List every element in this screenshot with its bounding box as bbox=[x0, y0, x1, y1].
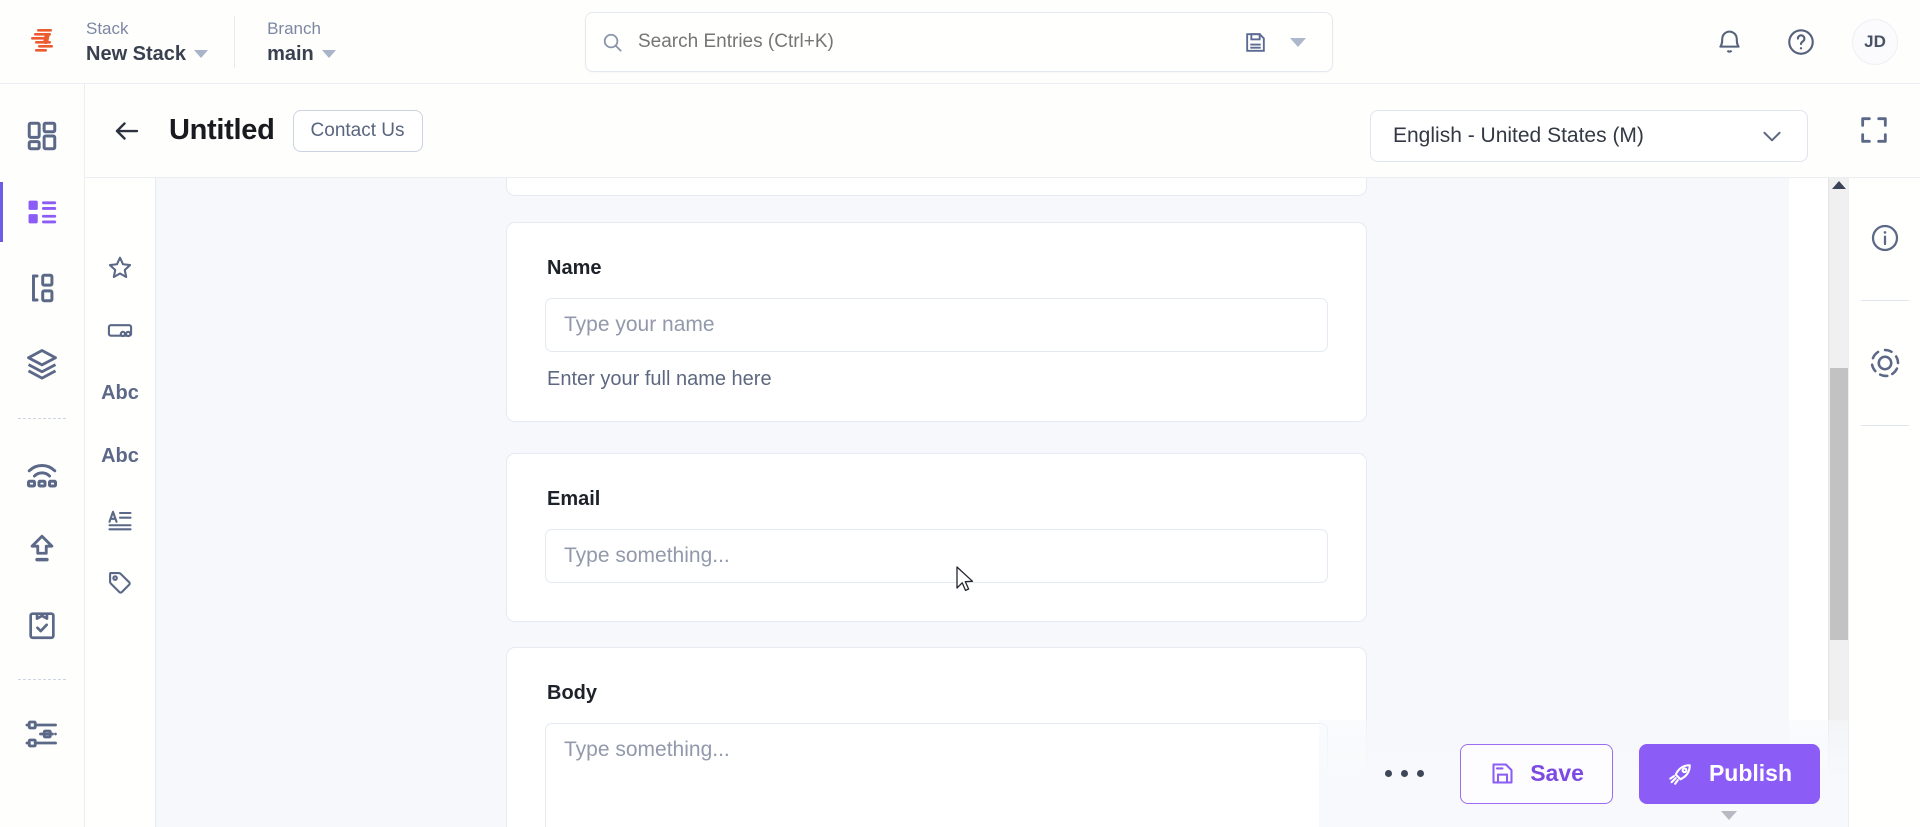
content-type-badge[interactable]: Contact Us bbox=[292, 109, 423, 152]
chevron-down-icon[interactable] bbox=[1290, 37, 1306, 47]
field-label-name: Name bbox=[547, 257, 602, 279]
stack-switcher[interactable]: Stack New Stack bbox=[86, 16, 234, 68]
kebab-more-icon bbox=[1385, 770, 1393, 777]
sidebar-item-settings[interactable] bbox=[0, 696, 85, 772]
sidebar-item-releases[interactable] bbox=[0, 435, 85, 511]
publish-button[interactable]: Publish bbox=[1638, 743, 1820, 820]
content-model-icon bbox=[32, 273, 54, 303]
versions-circle-icon bbox=[1870, 348, 1899, 378]
field-card-partial-above bbox=[506, 178, 1367, 196]
sidebar-item-dashboard[interactable] bbox=[0, 98, 85, 174]
primary-nav-rail bbox=[0, 84, 85, 827]
save-button[interactable]: Save bbox=[1460, 743, 1613, 804]
more-options-button[interactable] bbox=[1375, 756, 1434, 791]
field-rail-item-json-rich-text[interactable] bbox=[85, 488, 156, 551]
branch-label: Branch bbox=[267, 18, 321, 38]
nav-divider bbox=[18, 418, 66, 419]
entry-info-button[interactable] bbox=[1849, 202, 1920, 274]
kebab-more-icon bbox=[1417, 770, 1425, 777]
caret-down-icon bbox=[321, 49, 336, 58]
email-input[interactable] bbox=[545, 529, 1328, 583]
app-window: Stack New Stack Branch main Search Entri… bbox=[0, 0, 1920, 827]
field-rail-item-multi-line-textbox[interactable]: Abc bbox=[85, 362, 156, 425]
field-card-name: Name Enter your full name here bbox=[506, 222, 1367, 422]
name-input[interactable] bbox=[545, 298, 1328, 352]
nav-divider bbox=[18, 679, 66, 680]
user-avatar[interactable]: JD bbox=[1852, 19, 1898, 65]
scrollbar-thumb[interactable] bbox=[1830, 368, 1848, 640]
locale-value: English - United States (M) bbox=[1393, 124, 1644, 147]
context-switchers: Stack New Stack Branch main bbox=[86, 13, 362, 71]
tag-icon bbox=[109, 571, 131, 594]
contentstack-logo-icon bbox=[31, 28, 53, 52]
scroll-up-arrow-icon[interactable] bbox=[1832, 181, 1846, 189]
layers-stack-icon bbox=[27, 349, 57, 380]
rocket-icon bbox=[1669, 763, 1691, 785]
floppy-disk-icon[interactable] bbox=[1243, 30, 1268, 55]
entry-action-bar: Save Publish bbox=[1319, 720, 1848, 827]
notifications-bell-button[interactable] bbox=[1708, 21, 1750, 63]
save-button-label: Save bbox=[1530, 760, 1584, 786]
chevron-down-icon bbox=[1763, 131, 1781, 142]
fullscreen-expand-icon bbox=[1861, 117, 1887, 143]
sliders-settings-icon bbox=[25, 720, 57, 748]
field-type-rail: Abc Abc bbox=[85, 178, 156, 827]
fullscreen-button[interactable] bbox=[1858, 114, 1890, 151]
field-rail-item-favorites[interactable] bbox=[85, 236, 156, 299]
search-icon bbox=[586, 31, 638, 54]
field-card-body: Body bbox=[506, 647, 1367, 827]
field-rail-item-single-line-textbox[interactable] bbox=[85, 299, 156, 362]
search-input[interactable] bbox=[638, 31, 1243, 53]
arrow-left-icon bbox=[115, 121, 139, 140]
broadcast-wifi-icon bbox=[27, 464, 57, 488]
caret-down-icon[interactable] bbox=[1721, 810, 1738, 820]
entry-header: Untitled Contact Us English - United Sta… bbox=[85, 84, 1920, 178]
publish-button-label: Publish bbox=[1708, 760, 1792, 786]
back-button[interactable] bbox=[85, 116, 169, 146]
field-rail-item-tags[interactable] bbox=[85, 551, 156, 614]
kebab-more-icon bbox=[1401, 770, 1409, 777]
branch-value: main bbox=[267, 42, 314, 65]
rail-divider bbox=[1860, 425, 1909, 426]
field-label-email: Email bbox=[547, 488, 601, 510]
field-help-name: Enter your full name here bbox=[547, 368, 772, 390]
abc-bold-icon: Abc bbox=[101, 382, 139, 404]
body-textarea[interactable] bbox=[545, 723, 1328, 827]
caret-down-icon bbox=[194, 49, 209, 58]
star-icon bbox=[108, 256, 132, 278]
stack-value: New Stack bbox=[86, 42, 187, 65]
field-card-email: Email bbox=[506, 453, 1367, 622]
abc-icon: Abc bbox=[101, 445, 139, 467]
single-line-text-icon bbox=[107, 323, 133, 337]
locale-selector[interactable]: English - United States (M) bbox=[1370, 110, 1808, 162]
branch-switcher[interactable]: Branch main bbox=[234, 15, 362, 68]
sidebar-item-entries[interactable] bbox=[0, 174, 85, 250]
rail-divider bbox=[1860, 300, 1909, 301]
clipboard-check-icon bbox=[29, 612, 55, 640]
entry-versions-button[interactable] bbox=[1849, 327, 1920, 399]
field-label-body: Body bbox=[547, 682, 597, 704]
global-topbar: Stack New Stack Branch main Search Entri… bbox=[0, 0, 1920, 84]
sidebar-item-workflows[interactable] bbox=[0, 587, 85, 663]
upload-arrow-icon bbox=[30, 534, 54, 562]
dashboard-grid-icon bbox=[27, 121, 57, 151]
paragraph-lines-icon bbox=[108, 510, 132, 530]
page-title: Untitled bbox=[169, 114, 275, 146]
info-circle-icon bbox=[1871, 224, 1898, 252]
stack-label: Stack bbox=[86, 18, 129, 38]
sidebar-item-publish-queue[interactable] bbox=[0, 511, 85, 587]
entry-sidebar-rail bbox=[1848, 178, 1920, 827]
global-search[interactable] bbox=[585, 12, 1333, 72]
contentstack-logo[interactable] bbox=[0, 25, 86, 59]
sidebar-item-content-models[interactable] bbox=[0, 250, 85, 326]
sidebar-item-assets[interactable] bbox=[0, 326, 85, 402]
entries-list-icon bbox=[28, 200, 57, 224]
topbar-actions: JD bbox=[1708, 0, 1898, 84]
help-button[interactable] bbox=[1780, 21, 1822, 63]
field-rail-item-rich-text-editor[interactable]: Abc bbox=[85, 425, 156, 488]
floppy-save-icon bbox=[1492, 763, 1513, 784]
